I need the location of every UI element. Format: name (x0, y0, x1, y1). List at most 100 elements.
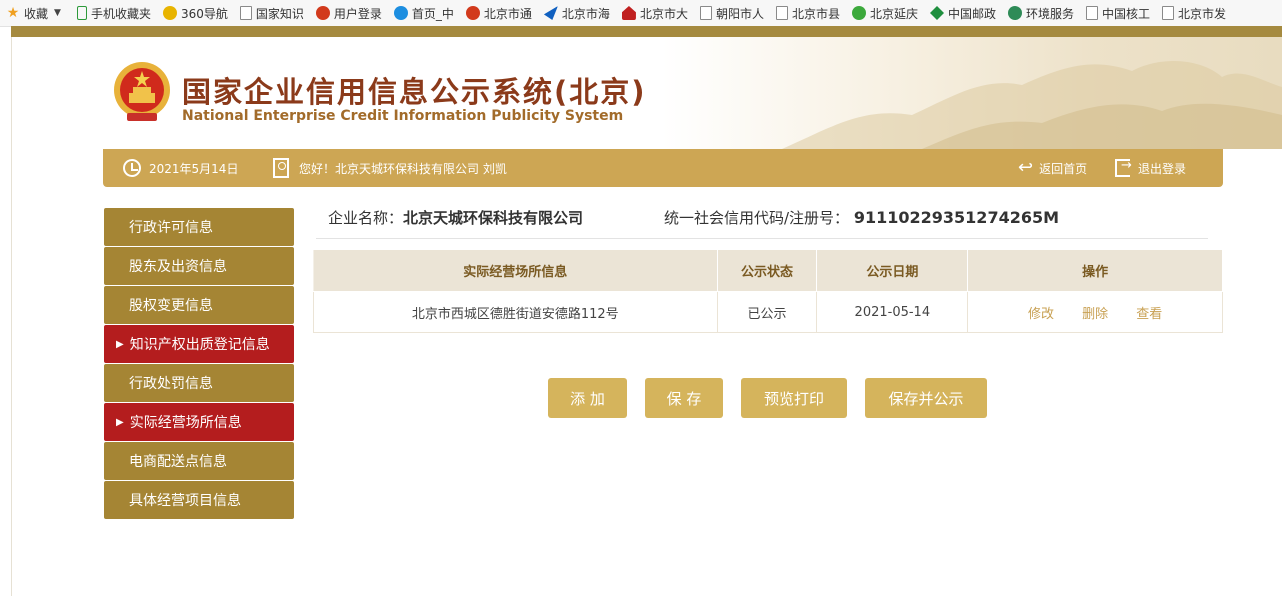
top-stripe (11, 26, 1282, 37)
bookmarks-bar: ★ 收藏 ▼ 手机收藏夹 360导航 国家知识 用户登录 首页_中 北京市通 北… (0, 0, 1282, 27)
table-header-row: 实际经营场所信息 公示状态 公示日期 操作 (313, 249, 1223, 292)
bookmark-item[interactable]: 北京延庆 (846, 0, 924, 26)
bookmark-label: 北京延庆 (869, 6, 918, 21)
bookmark-label: 北京市大 (639, 6, 688, 21)
logout-link[interactable]: 退出登录 (1115, 149, 1186, 187)
bookmark-label: 中国核工 (1102, 6, 1151, 21)
clock-icon (123, 159, 141, 177)
ie-icon (393, 6, 408, 20)
preview-print-button[interactable]: 预览打印 (741, 378, 847, 418)
emblem-icon (315, 6, 330, 20)
site-title-cn: 国家企业信用信息公示系统(北京) (182, 75, 647, 109)
site-header: 国家企业信用信息公示系统(北京) National Enterprise Cre… (12, 37, 1282, 149)
bookmark-item[interactable]: 手机收藏夹 (71, 0, 157, 26)
page-icon (1086, 6, 1099, 20)
bookmark-item[interactable]: 环境服务 (1002, 0, 1080, 26)
bookmark-label: 环境服务 (1026, 6, 1075, 21)
column-header: 实际经营场所信息 (313, 249, 718, 292)
sidebar-item-equity-change[interactable]: 股权变更信息 (104, 286, 294, 324)
bookmark-label: 用户登录 (333, 6, 382, 21)
operations-cell: 修改 删除 查看 (967, 291, 1223, 333)
column-header: 公示日期 (816, 249, 969, 292)
sidebar-item-business-items[interactable]: 具体经营项目信息 (104, 481, 294, 519)
page-icon (699, 6, 712, 20)
mountain-background (662, 37, 1282, 149)
bookmark-label: 北京市发 (1178, 6, 1227, 21)
sidebar-item-label: 股东及出资信息 (129, 259, 227, 275)
column-header: 操作 (967, 249, 1223, 292)
user-card-icon (273, 158, 289, 178)
star-icon: ★ (6, 5, 20, 21)
sidebar-item-label: 具体经营项目信息 (129, 493, 241, 509)
sidebar-item-label: 电商配送点信息 (129, 454, 227, 470)
bookmark-label: 国家知识 (255, 6, 304, 21)
address-cell: 北京市西城区德胜街道安德路112号 (313, 291, 718, 333)
sidebar-item-label: 行政许可信息 (129, 220, 213, 236)
bookmark-item[interactable]: 首页_中 (388, 0, 460, 26)
company-name-line: 企业名称：北京天城环保科技有限公司 (328, 207, 583, 228)
return-arrow-icon: ↩ (1018, 157, 1034, 178)
national-emblem-logo (113, 61, 171, 123)
credit-code-line: 统一社会信用代码/注册号： 91110229351274265M (664, 207, 1059, 228)
bookmark-item[interactable]: 360导航 (157, 0, 234, 26)
current-date: 2021年5月14日 (123, 149, 238, 187)
sidebar-nav: 行政许可信息 股东及出资信息 股权变更信息 ▶ 知识产权出质登记信息 行政处罚信息… (104, 208, 294, 520)
credit-code-label: 统一社会信用代码/注册号： (664, 209, 850, 227)
sidebar-item-business-premises[interactable]: ▶ 实际经营场所信息 (104, 403, 294, 441)
company-name-label: 企业名称： (328, 209, 404, 227)
bookmark-item[interactable]: 北京市发 (1156, 0, 1232, 26)
bookmark-item[interactable]: 朝阳市人 (694, 0, 770, 26)
view-link[interactable]: 查看 (1136, 307, 1162, 322)
sidebar-item-admin-license[interactable]: 行政许可信息 (104, 208, 294, 246)
green-circle-icon (851, 6, 866, 20)
bookmark-label: 北京市海 (561, 6, 610, 21)
home-link[interactable]: ↩ 返回首页 (1018, 149, 1087, 187)
status-cell: 已公示 (716, 291, 818, 333)
bookmark-label: 朝阳市人 (715, 6, 764, 21)
bird-icon (543, 6, 558, 20)
bookmark-label: 手机收藏夹 (90, 6, 151, 21)
greeting-text: 您好！北京天城环保科技有限公司 刘凯 (299, 161, 507, 176)
save-button[interactable]: 保 存 (645, 378, 723, 418)
divider (316, 238, 1208, 239)
bookmark-favorites[interactable]: ★ 收藏 ▼ (0, 0, 71, 26)
sidebar-item-label: 实际经营场所信息 (129, 415, 242, 431)
user-greeting: 您好！北京天城环保科技有限公司 刘凯 (273, 149, 507, 187)
edit-link[interactable]: 修改 (1028, 307, 1054, 322)
page-icon (239, 6, 252, 20)
credit-code: 91110229351274265M (853, 208, 1060, 227)
bookmark-item[interactable]: 中国邮政 (924, 0, 1002, 26)
add-button[interactable]: 添 加 (548, 378, 627, 418)
sidebar-item-label: 行政处罚信息 (129, 376, 213, 392)
logout-icon (1115, 158, 1132, 177)
bookmark-item[interactable]: 北京市海 (538, 0, 616, 26)
chevron-down-icon[interactable]: ▼ (54, 8, 61, 18)
bookmark-label: 收藏 (24, 6, 49, 21)
table-row: 北京市西城区德胜街道安德路112号 已公示 2021-05-14 修改 删除 查… (313, 291, 1223, 333)
bookmark-label: 360导航 (180, 6, 228, 21)
premises-table: 实际经营场所信息 公示状态 公示日期 操作 北京市西城区德胜街道安德路112号 … (313, 249, 1223, 333)
home-label: 返回首页 (1039, 161, 1088, 176)
caret-right-icon: ▶ (116, 338, 124, 350)
sidebar-item-admin-penalty[interactable]: 行政处罚信息 (104, 364, 294, 402)
date-cell: 2021-05-14 (816, 291, 969, 333)
bookmark-item[interactable]: 用户登录 (310, 0, 388, 26)
emblem-icon (465, 6, 480, 20)
sidebar-item-label: 股权变更信息 (129, 298, 213, 314)
sidebar-item-shareholders[interactable]: 股东及出资信息 (104, 247, 294, 285)
env-icon (1008, 6, 1023, 20)
sidebar-item-ip-pledge[interactable]: ▶ 知识产权出质登记信息 (104, 325, 294, 363)
sidebar-item-ecommerce-delivery[interactable]: 电商配送点信息 (104, 442, 294, 480)
save-publish-button[interactable]: 保存并公示 (865, 378, 987, 418)
bookmark-label: 中国邮政 (948, 6, 997, 21)
bookmark-item[interactable]: 北京市县 (770, 0, 846, 26)
bookmark-item[interactable]: 国家知识 (234, 0, 310, 26)
delete-link[interactable]: 删除 (1082, 307, 1108, 322)
house-icon (621, 6, 636, 20)
bookmark-item[interactable]: 中国核工 (1080, 0, 1156, 26)
bookmark-label: 北京市通 (483, 6, 532, 21)
bookmark-item[interactable]: 北京市大 (616, 0, 694, 26)
sidebar-item-label: 知识产权出质登记信息 (129, 337, 270, 353)
date-text: 2021年5月14日 (149, 161, 239, 176)
bookmark-item[interactable]: 北京市通 (460, 0, 538, 26)
